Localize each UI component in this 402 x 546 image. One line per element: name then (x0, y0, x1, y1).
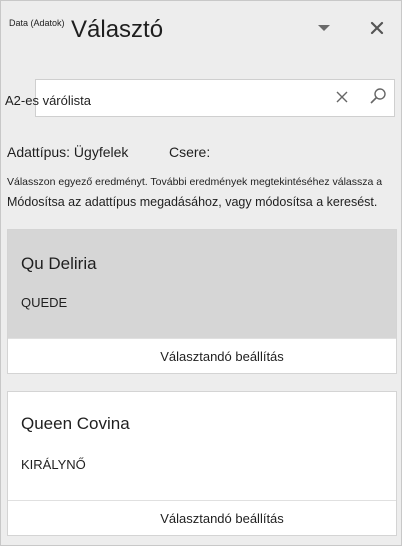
result-name: Queen Covina (21, 414, 130, 433)
result-code: QUEDE (21, 295, 68, 310)
close-icon[interactable] (366, 17, 388, 39)
select-button-label: Választandó beállítás (160, 348, 284, 364)
pane-title: Választó (71, 16, 164, 43)
select-button-label: Választandó beállítás (160, 510, 284, 526)
data-type-label: Adattípus: Ügyfelek (7, 144, 129, 160)
hint-text-line2: Módosítsa az adattípus megadásához, vagy… (7, 195, 378, 209)
pane-subtitle: Data (Adatok) (9, 18, 65, 28)
result-card-header[interactable]: Queen Covina KIRÁLYNŐ (8, 392, 396, 500)
result-code: KIRÁLYNŐ (21, 457, 86, 472)
result-card[interactable]: Qu Deliria QUEDE Választandó beállítás (7, 229, 397, 374)
result-card[interactable]: Queen Covina KIRÁLYNŐ Választandó beállí… (7, 391, 397, 536)
select-button[interactable]: Választandó beállítás (8, 338, 396, 373)
result-card-header[interactable]: Qu Deliria QUEDE (8, 230, 396, 338)
search-input-value: A2-es várólista (5, 93, 91, 108)
chevron-down-icon[interactable] (313, 17, 335, 39)
hint-text-line1: Válasszon egyező eredményt. További ered… (7, 176, 383, 188)
result-name: Qu Deliria (21, 254, 97, 273)
search-icon[interactable] (369, 87, 387, 105)
select-button[interactable]: Választandó beállítás (8, 500, 396, 535)
replace-label: Csere: (169, 144, 211, 160)
picker-pane: Data (Adatok) Választó A2-es várólista A… (0, 0, 402, 546)
clear-icon[interactable] (334, 89, 350, 105)
